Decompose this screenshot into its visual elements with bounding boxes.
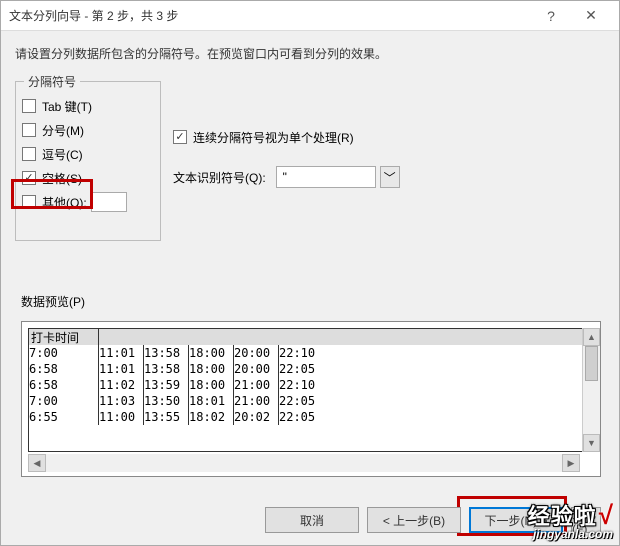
qualifier-value: " <box>283 170 287 184</box>
scroll-right-icon[interactable]: ▶ <box>562 454 580 472</box>
qualifier-combo[interactable]: " ﹀ <box>276 166 400 188</box>
table-cell: 22:10 <box>279 345 329 361</box>
checkbox-tab[interactable] <box>22 99 36 113</box>
table-cell: 11:02 <box>99 377 144 393</box>
label-semicolon: 分号(M) <box>42 122 84 139</box>
delimiter-comma[interactable]: 逗号(C) <box>22 144 154 164</box>
table-cell: 18:02 <box>189 409 234 425</box>
checkbox-consecutive[interactable] <box>173 130 187 144</box>
delimiters-legend: 分隔符号 <box>24 73 80 90</box>
table-cell: 6:58 <box>29 361 99 377</box>
table-cell: 13:58 <box>144 361 189 377</box>
preview-grid: 7:0011:0113:5818:0020:0022:106:5811:0113… <box>29 345 593 425</box>
delimiter-semicolon[interactable]: 分号(M) <box>22 120 154 140</box>
table-cell: 11:01 <box>99 361 144 377</box>
footer-buttons: 取消 < 上一步(B) 下一步(N) > 完成(F) <box>265 507 601 533</box>
preview-header: 打卡时间 <box>29 329 593 345</box>
checkbox-semicolon[interactable] <box>22 123 36 137</box>
consecutive-option[interactable]: 连续分隔符号视为单个处理(R) <box>173 127 400 147</box>
qualifier-row: 文本识别符号(Q): " ﹀ <box>173 167 400 187</box>
finish-button[interactable]: 完成(F) <box>571 507 601 533</box>
instruction-text: 请设置分列数据所包含的分隔符号。在预览窗口内可看到分列的效果。 <box>15 45 607 62</box>
cancel-button[interactable]: 取消 <box>265 507 359 533</box>
preview-label: 数据预览(P) <box>21 293 85 310</box>
preview-box: 打卡时间 7:0011:0113:5818:0020:0022:106:5811… <box>21 321 601 477</box>
table-cell: 11:03 <box>99 393 144 409</box>
table-cell: 21:00 <box>234 393 279 409</box>
table-cell: 13:55 <box>144 409 189 425</box>
window-title: 文本分列向导 - 第 2 步，共 3 步 <box>9 7 531 24</box>
table-cell: 21:00 <box>234 377 279 393</box>
next-label: 下一步(N) > <box>484 512 547 529</box>
label-comma: 逗号(C) <box>42 146 83 163</box>
table-cell: 22:10 <box>279 377 329 393</box>
scroll-track[interactable] <box>583 346 600 434</box>
back-label: < 上一步(B) <box>383 512 445 529</box>
qualifier-input[interactable]: " <box>276 166 376 188</box>
table-cell: 22:05 <box>279 393 329 409</box>
qualifier-dropdown-button[interactable]: ﹀ <box>380 166 400 188</box>
table-cell: 22:05 <box>279 361 329 377</box>
table-cell: 20:02 <box>234 409 279 425</box>
delimiters-group: 分隔符号 Tab 键(T) 分号(M) 逗号(C) 空格(S) 其他(O): <box>15 81 161 241</box>
horizontal-scrollbar[interactable]: ◀ ▶ <box>28 454 580 472</box>
table-cell: 6:58 <box>29 377 99 393</box>
help-button[interactable]: ? <box>531 2 571 30</box>
label-consecutive: 连续分隔符号视为单个处理(R) <box>193 129 354 146</box>
table-cell: 18:00 <box>189 345 234 361</box>
close-button[interactable]: ✕ <box>571 2 611 30</box>
table-cell: 18:00 <box>189 377 234 393</box>
table-cell: 6:55 <box>29 409 99 425</box>
chevron-down-icon: ﹀ <box>384 169 396 186</box>
table-row: 6:5811:0113:5818:0020:0022:05 <box>29 361 593 377</box>
table-cell: 18:01 <box>189 393 234 409</box>
table-row: 6:5511:0013:5518:0220:0222:05 <box>29 409 593 425</box>
table-cell: 11:00 <box>99 409 144 425</box>
table-cell: 7:00 <box>29 345 99 361</box>
table-cell: 13:50 <box>144 393 189 409</box>
qualifier-label: 文本识别符号(Q): <box>173 169 266 186</box>
right-options: 连续分隔符号视为单个处理(R) 文本识别符号(Q): " ﹀ <box>173 127 400 207</box>
table-cell: 22:05 <box>279 409 329 425</box>
table-cell: 7:00 <box>29 393 99 409</box>
table-cell: 13:58 <box>144 345 189 361</box>
cancel-label: 取消 <box>300 512 324 529</box>
vertical-scrollbar[interactable]: ▲ ▼ <box>582 328 600 452</box>
scroll-thumb[interactable] <box>585 346 598 381</box>
table-row: 7:0011:0113:5818:0020:0022:10 <box>29 345 593 361</box>
table-row: 6:5811:0213:5918:0021:0022:10 <box>29 377 593 393</box>
table-row: 7:0011:0313:5018:0121:0022:05 <box>29 393 593 409</box>
table-cell: 18:00 <box>189 361 234 377</box>
scroll-left-icon[interactable]: ◀ <box>28 454 46 472</box>
other-input[interactable] <box>91 192 127 212</box>
finish-label: 完成(F) <box>572 507 600 533</box>
scroll-up-icon[interactable]: ▲ <box>583 328 600 346</box>
titlebar: 文本分列向导 - 第 2 步，共 3 步 ? ✕ <box>1 1 619 31</box>
table-cell: 20:00 <box>234 361 279 377</box>
table-cell: 11:01 <box>99 345 144 361</box>
next-button[interactable]: 下一步(N) > <box>469 507 563 533</box>
delimiter-tab[interactable]: Tab 键(T) <box>22 96 154 116</box>
preview-header-col: 打卡时间 <box>29 329 99 345</box>
dialog-window: 文本分列向导 - 第 2 步，共 3 步 ? ✕ 请设置分列数据所包含的分隔符号… <box>0 0 620 546</box>
preview-inner: 打卡时间 7:0011:0113:5818:0020:0022:106:5811… <box>28 328 594 452</box>
table-cell: 13:59 <box>144 377 189 393</box>
checkbox-comma[interactable] <box>22 147 36 161</box>
back-button[interactable]: < 上一步(B) <box>367 507 461 533</box>
scroll-down-icon[interactable]: ▼ <box>583 434 600 452</box>
highlight-space-checkbox <box>11 179 93 209</box>
label-tab: Tab 键(T) <box>42 98 92 115</box>
table-cell: 20:00 <box>234 345 279 361</box>
